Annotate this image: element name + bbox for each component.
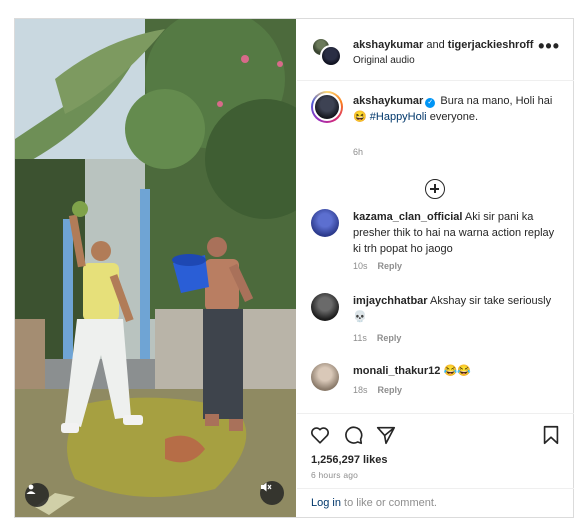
more-options-icon[interactable]: ••• <box>538 37 560 55</box>
comment-meta: 18s Reply <box>353 385 402 395</box>
mute-icon <box>261 482 272 492</box>
add-comment-icon[interactable] <box>425 179 445 199</box>
mute-button[interactable] <box>260 481 284 505</box>
login-prompt: Log in to like or comment. <box>297 488 574 518</box>
heart-icon[interactable] <box>309 424 331 446</box>
verified-badge-icon: ✓ <box>425 98 436 108</box>
reply-button[interactable]: Reply <box>378 385 403 395</box>
reply-button[interactable]: Reply <box>378 261 403 271</box>
bookmark-icon[interactable] <box>540 424 562 446</box>
collab-avatars[interactable] <box>311 37 343 67</box>
comment-text: imjaychhatbar Akshay sir take seriously … <box>353 293 565 325</box>
reply-button[interactable]: Reply <box>377 333 402 343</box>
collab-usernames: akshaykumar and tigerjackieshroff <box>353 38 533 52</box>
avatar <box>320 45 342 67</box>
instagram-post: akshaykumar and tigerjackieshroff Origin… <box>14 18 574 518</box>
comment-meta: 10s Reply <box>353 261 402 271</box>
caption-body: everyone. <box>426 111 479 123</box>
tagged-user-icon <box>26 484 36 494</box>
post-header: akshaykumar and tigerjackieshroff Origin… <box>297 19 574 81</box>
comment-meta: 11s Reply <box>353 333 401 343</box>
username-link[interactable]: kazama_clan_official <box>353 211 462 223</box>
avatar[interactable] <box>311 363 339 391</box>
avatar[interactable] <box>311 91 343 123</box>
username-link[interactable]: akshaykumar <box>353 39 423 51</box>
and-text: and <box>423 39 448 51</box>
post-caption: akshaykumar ✓ Bura na mano, Holi hai 😆 #H… <box>311 91 566 169</box>
post-timestamp[interactable]: 6 hours ago <box>311 470 358 480</box>
comment-text: monali_thakur12 😂😂 <box>353 363 565 379</box>
comment-icon[interactable] <box>342 424 364 446</box>
caption-timestamp[interactable]: 6h <box>353 147 363 157</box>
avatar[interactable] <box>311 293 339 321</box>
post-actions: 1,256,297 likes 6 hours ago Log in to li… <box>297 413 574 517</box>
like-count[interactable]: 1,256,297 likes <box>311 454 387 466</box>
username-link[interactable]: akshaykumar <box>353 95 423 107</box>
username-link[interactable]: monali_thakur12 <box>353 365 440 377</box>
username-link[interactable]: imjaychhatbar <box>353 295 428 307</box>
audio-link[interactable]: Original audio <box>353 55 415 66</box>
login-prompt-text: to like or comment. <box>340 497 437 509</box>
tagged-user-button[interactable] <box>25 483 49 507</box>
username-link[interactable]: tigerjackieshroff <box>448 39 534 51</box>
login-link[interactable]: Log in <box>311 497 341 509</box>
share-icon[interactable] <box>375 424 397 446</box>
comment-timestamp[interactable]: 18s <box>353 385 368 395</box>
comment-text: kazama_clan_official Aki sir pani ka pre… <box>353 209 565 257</box>
caption-text: akshaykumar ✓ Bura na mano, Holi hai 😆 #H… <box>353 93 563 125</box>
comment-timestamp[interactable]: 10s <box>353 261 368 271</box>
hashtag-link[interactable]: #HappyHoli <box>370 111 427 123</box>
post-video[interactable] <box>15 19 296 517</box>
video-frame-illustration <box>15 19 296 517</box>
comment-body: 😂😂 <box>440 365 471 377</box>
post-details-panel: akshaykumar and tigerjackieshroff Origin… <box>297 19 574 517</box>
avatar[interactable] <box>311 209 339 237</box>
comment-timestamp[interactable]: 11s <box>353 333 367 343</box>
